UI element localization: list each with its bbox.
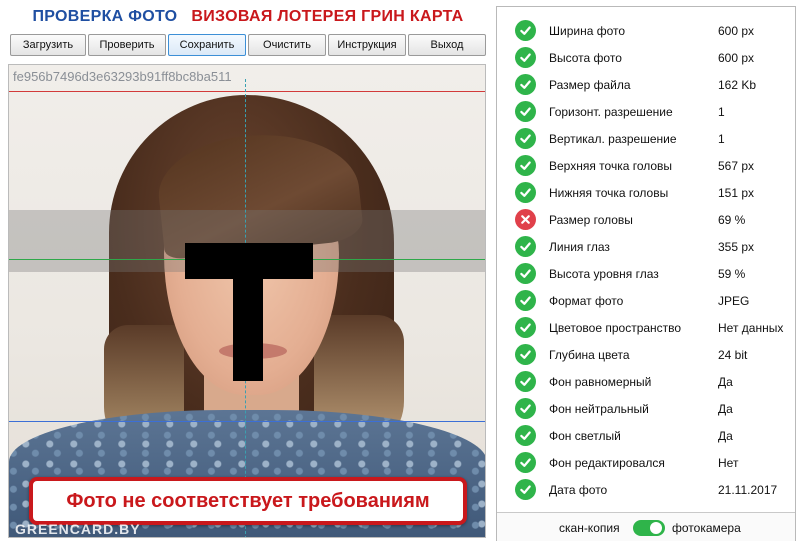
check-ok-icon [515,398,536,419]
instructions-button[interactable]: Инструкция [328,34,406,56]
head-top-line [9,91,485,92]
check-value: 24 bit [718,347,748,362]
check-ok-icon [515,128,536,149]
check-label: Фон равномерный [549,374,652,389]
check-ok-icon [515,344,536,365]
check-label: Горизонт. разрешение [549,104,673,119]
check-value: Да [718,428,733,443]
load-button[interactable]: Загрузить [10,34,86,56]
result-banner-text: Фото не соответствует требованиям [66,489,430,512]
check-ok-icon [515,101,536,122]
check-value: 567 px [718,158,755,173]
check-row: Высота уровня глаз 59 % [497,260,795,287]
check-label: Глубина цвета [549,347,630,362]
check-value: 355 px [718,239,755,254]
check-label: Фон редактировался [549,455,665,470]
scan-copy-label: скан-копия [559,521,620,535]
check-label: Высота уровня глаз [549,266,659,281]
check-ok-icon [515,452,536,473]
check-row: Размер головы 69 % [497,206,795,233]
check-label: Цветовое пространство [549,320,682,335]
check-label: Высота фото [549,50,622,65]
check-value: JPEG [718,293,750,308]
check-row: Вертикал. разрешение 1 [497,125,795,152]
check-ok-icon [515,290,536,311]
check-row: Фон нейтральный Да [497,395,795,422]
check-value: 162 Kb [718,77,757,92]
check-row: Формат фото JPEG [497,287,795,314]
check-ok-icon [515,425,536,446]
check-ok-icon [515,236,536,257]
check-ok-icon [515,479,536,500]
check-label: Формат фото [549,293,624,308]
check-value: Да [718,374,733,389]
check-label: Размер файла [549,77,631,92]
toolbar: Загрузить Проверить Сохранить Очистить И… [10,34,486,56]
check-ok-icon [515,74,536,95]
check-value: 1 [718,104,725,119]
check-row: Глубина цвета 24 bit [497,341,795,368]
check-row: Высота фото 600 px [497,44,795,71]
check-row: Горизонт. разрешение 1 [497,98,795,125]
photo-preview: fe956b7496d3e63293b91ff8bc8ba511 Фото не… [8,64,486,538]
check-value: 600 px [718,23,755,38]
check-value: Нет данных [718,320,784,335]
check-value: Да [718,401,733,416]
check-row: Фон светлый Да [497,422,795,449]
check-value: 600 px [718,50,755,65]
check-row: Фон равномерный Да [497,368,795,395]
check-label: Фон светлый [549,428,621,443]
check-ok-icon [515,155,536,176]
check-value: 21.11.2017 [718,482,778,497]
clear-button[interactable]: Очистить [248,34,326,56]
photo-hash: fe956b7496d3e63293b91ff8bc8ba511 [13,69,232,84]
check-ok-icon [515,47,536,68]
check-label: Линия глаз [549,239,610,254]
result-banner: Фото не соответствует требованиям [29,477,467,525]
check-value: 151 px [718,185,755,200]
title-bar: ПРОВЕРКА ФОТО ВИЗОВАЯ ЛОТЕРЕЯ ГРИН КАРТА [0,0,496,34]
check-label: Размер головы [549,212,633,227]
check-ok-icon [515,371,536,392]
toggle-knob [650,522,662,534]
check-label: Вертикал. разрешение [549,131,677,146]
source-toggle[interactable] [633,520,665,536]
check-row: Дата фото 21.11.2017 [497,476,795,503]
exit-button[interactable]: Выход [408,34,486,56]
check-label: Фон нейтральный [549,401,649,416]
check-value: 69 % [718,212,746,227]
app-title-lottery: ВИЗОВАЯ ЛОТЕРЕЯ ГРИН КАРТА [191,8,464,25]
check-button[interactable]: Проверить [88,34,166,56]
check-value: 59 % [718,266,746,281]
check-row: Размер файла 162 Kb [497,71,795,98]
save-button[interactable]: Сохранить [168,34,246,56]
watermark: GREENCARD.BY [15,521,141,537]
check-row: Линия глаз 355 px [497,233,795,260]
source-switch: скан-копия фотокамера [497,512,795,541]
chin-line [9,421,485,422]
check-row: Верхняя точка головы 567 px [497,152,795,179]
check-value: 1 [718,131,725,146]
check-label: Дата фото [549,482,608,497]
check-ok-icon [515,182,536,203]
check-ok-icon [515,20,536,41]
check-label: Верхняя точка головы [549,158,673,173]
check-value: Нет [718,455,739,470]
check-ok-icon [515,263,536,284]
check-fail-icon [515,209,536,230]
face-marker-stem [233,243,263,381]
app-title-check: ПРОВЕРКА ФОТО [32,8,178,25]
results-panel: Ширина фото 600 px Высота фото 600 px Размер… [496,6,796,541]
check-row: Ширина фото 600 px [497,17,795,44]
check-row: Цветовое пространство Нет данных [497,314,795,341]
check-label: Нижняя точка головы [549,185,669,200]
camera-label: фотокамера [672,521,741,535]
check-ok-icon [515,317,536,338]
check-label: Ширина фото [549,23,626,38]
check-row: Фон редактировался Нет [497,449,795,476]
check-row: Нижняя точка головы 151 px [497,179,795,206]
